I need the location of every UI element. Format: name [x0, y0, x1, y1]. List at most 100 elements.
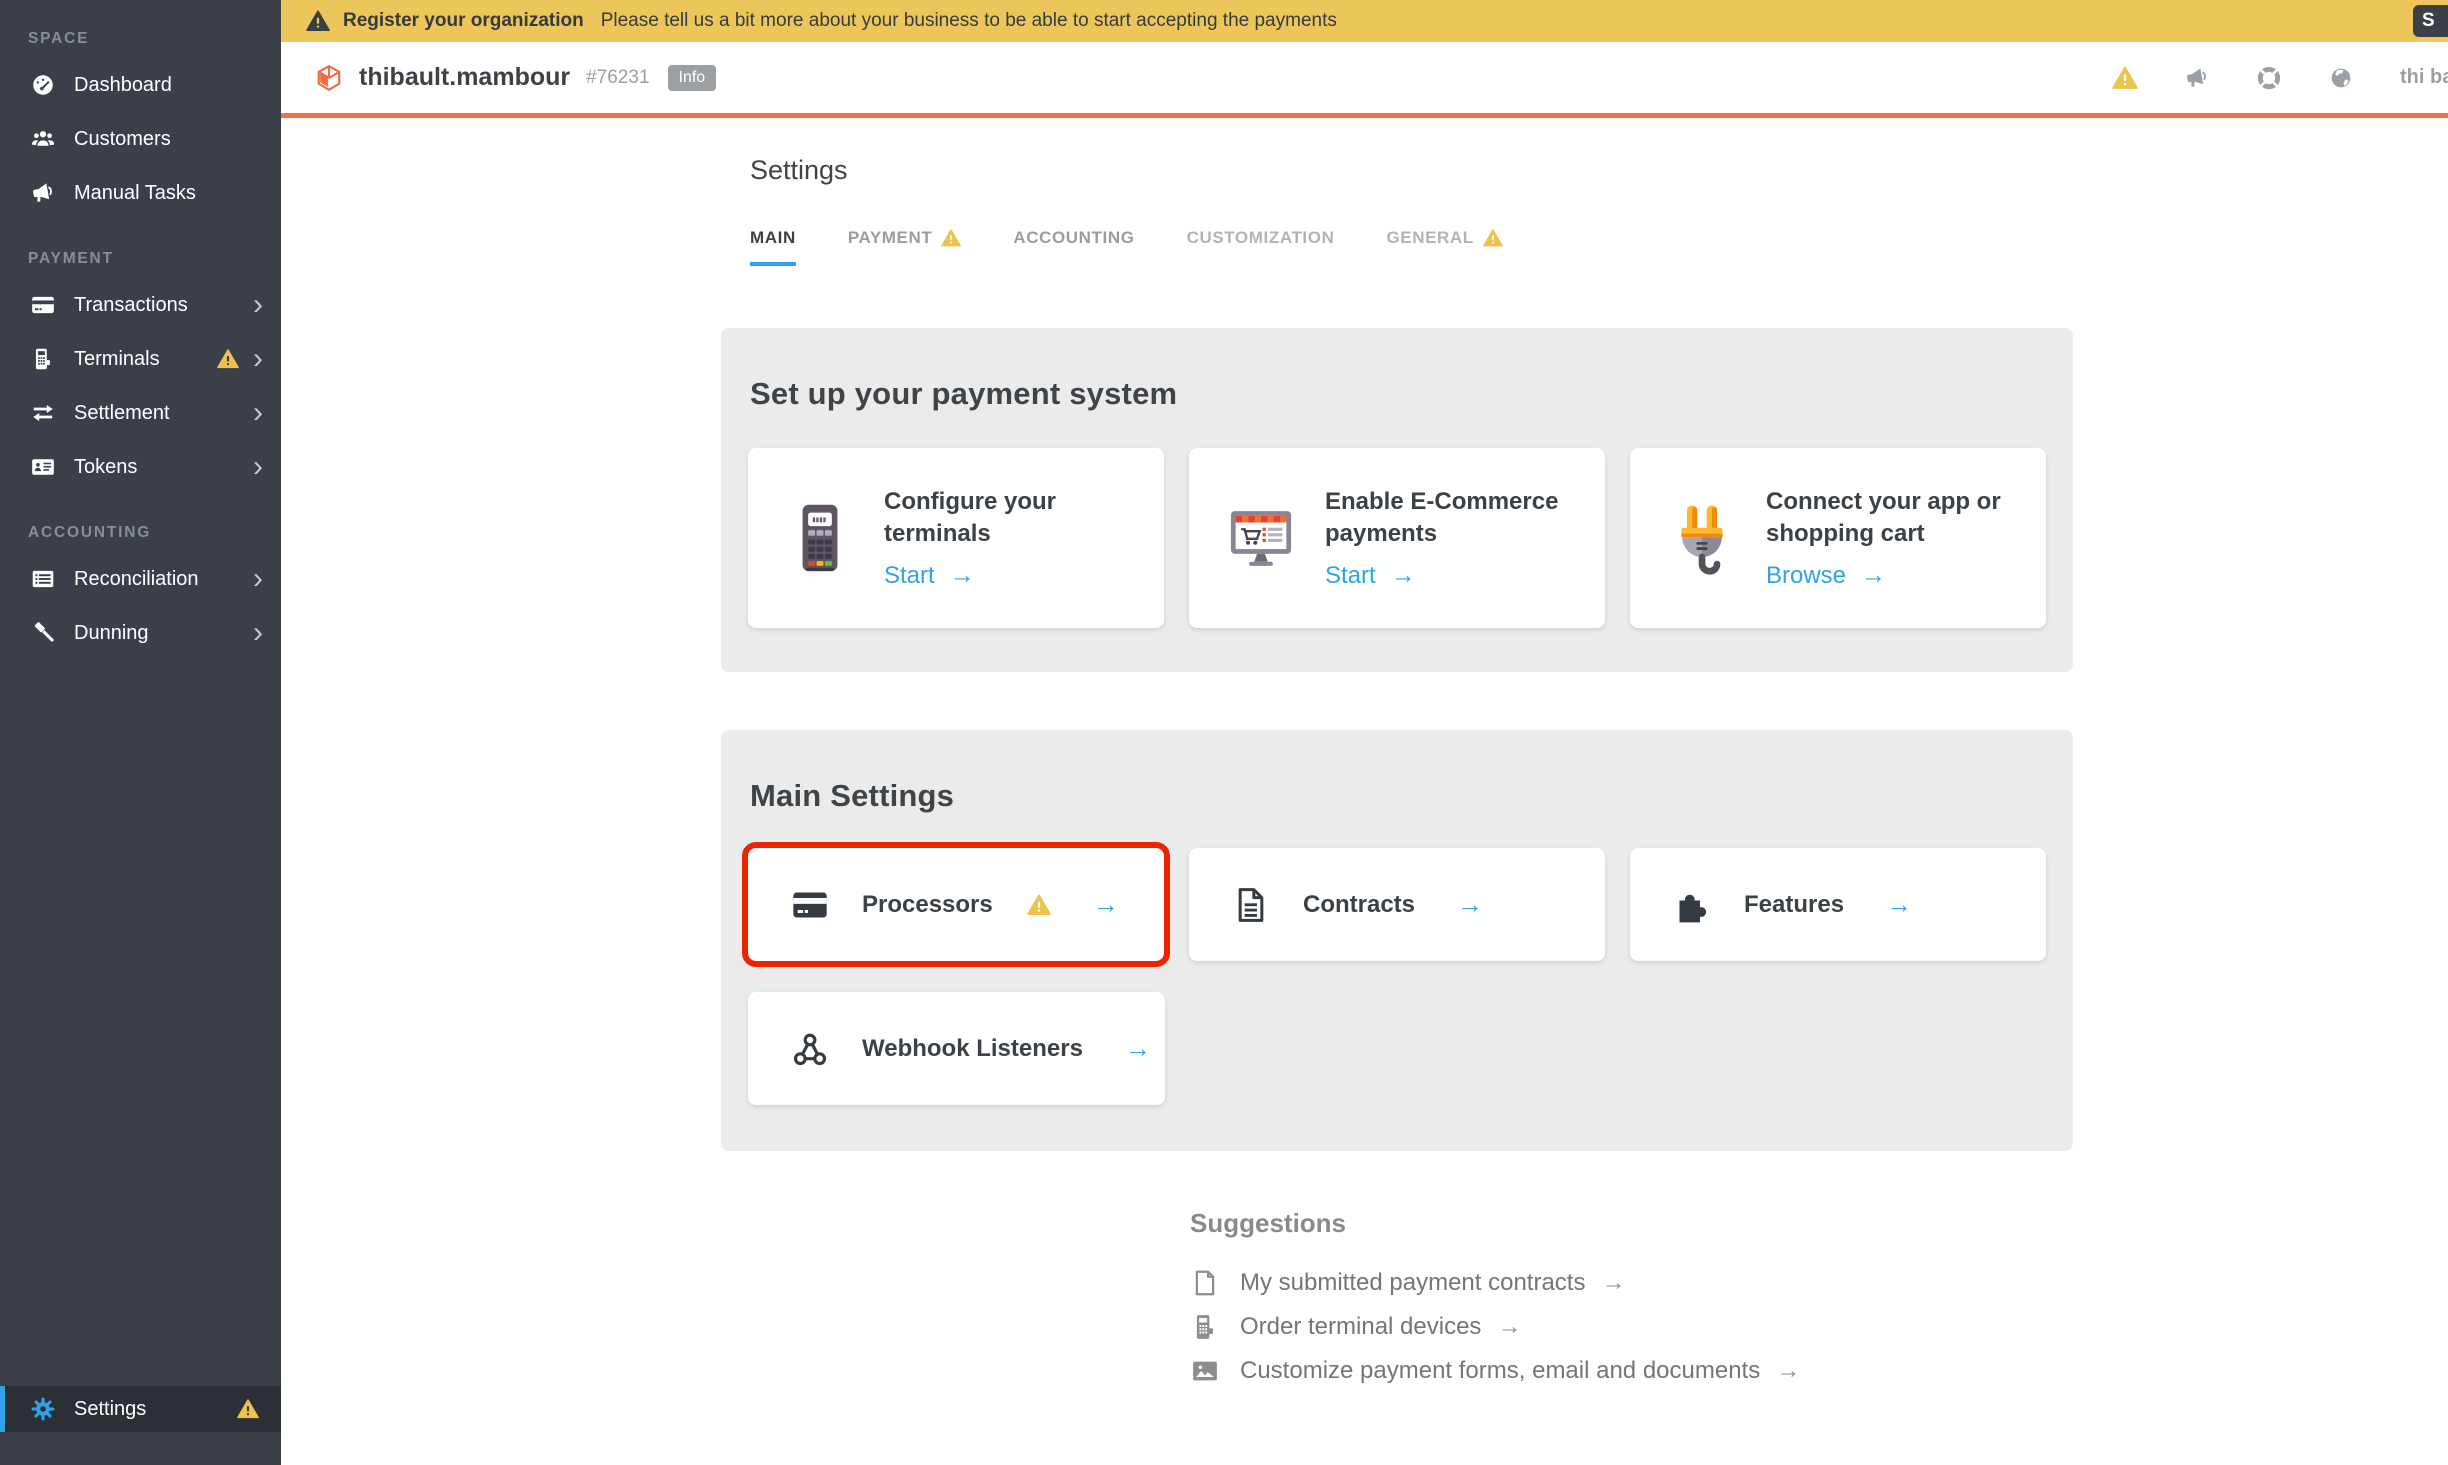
sidebar-item-label: Tokens — [74, 456, 137, 479]
start-link[interactable]: Start — [884, 561, 1142, 590]
contract-icon — [1231, 885, 1271, 925]
announcement-icon[interactable] — [2184, 65, 2210, 91]
sidebar-item-settlement[interactable]: Settlement — [0, 386, 281, 440]
sidebar: SPACE Dashboard Customers Manual Tasks P… — [0, 0, 281, 1465]
sidebar-item-reconciliation[interactable]: Reconciliation — [0, 552, 281, 606]
card-webhook-listeners[interactable]: Webhook Listeners — [748, 992, 1165, 1105]
credit-card-icon — [30, 292, 56, 318]
main-settings-title: Main Settings — [748, 730, 2046, 814]
card-label: Features — [1744, 891, 1844, 919]
tab-label: MAIN — [750, 228, 796, 248]
sidebar-item-manual-tasks[interactable]: Manual Tasks — [0, 166, 281, 220]
suggestion-label: Order terminal devices — [1240, 1313, 1481, 1341]
suggestion-order-terminals[interactable]: Order terminal devices — [1190, 1305, 2448, 1349]
banner-title: Register your organization — [343, 10, 584, 32]
ecommerce-shop-illustration — [1223, 500, 1299, 576]
settings-tabs: MAIN PAYMENT ACCOUNTING CUSTOMIZATION GE… — [750, 228, 2448, 266]
suggestions-title: Suggestions — [1190, 1208, 2448, 1239]
arrow-right-icon — [1093, 889, 1119, 920]
card-processors[interactable]: Processors — [748, 848, 1164, 961]
plug-illustration — [1664, 500, 1740, 576]
page-title: Settings — [750, 155, 2448, 186]
browse-link[interactable]: Browse — [1766, 561, 2024, 590]
sidebar-item-customers[interactable]: Customers — [0, 112, 281, 166]
card-contracts[interactable]: Contracts — [1189, 848, 1605, 961]
card-configure-terminals[interactable]: Configure your terminals Start — [748, 448, 1164, 628]
arrow-right-icon — [1391, 561, 1416, 590]
arrow-right-icon — [1125, 1033, 1151, 1064]
sidebar-item-label: Dunning — [74, 622, 149, 645]
setup-section: Set up your payment system Configure you… — [721, 328, 2073, 672]
sidebar-item-label: Transactions — [74, 294, 188, 317]
customers-icon — [30, 126, 56, 152]
gear-icon — [30, 1396, 56, 1422]
suggestion-submitted-contracts[interactable]: My submitted payment contracts — [1190, 1261, 2448, 1305]
warning-icon — [306, 9, 330, 33]
card-label: Processors — [862, 891, 993, 919]
card-title: Configure your terminals — [884, 486, 1142, 549]
sidebar-item-dashboard[interactable]: Dashboard — [0, 58, 281, 112]
id-card-icon — [30, 454, 56, 480]
sidebar-item-label: Settlement — [74, 402, 170, 425]
banner-corner-button[interactable]: S — [2413, 5, 2448, 37]
terminal-icon — [30, 346, 56, 372]
info-badge[interactable]: Info — [668, 65, 717, 91]
sidebar-item-dunning[interactable]: Dunning — [0, 606, 281, 660]
main-settings-row-1: Processors Contracts Features — [748, 848, 2046, 961]
warning-icon — [1483, 228, 1503, 248]
card-label: Contracts — [1303, 891, 1415, 919]
sidebar-item-tokens[interactable]: Tokens — [0, 440, 281, 494]
tab-payment[interactable]: PAYMENT — [848, 228, 962, 266]
gavel-icon — [30, 620, 56, 646]
tab-accounting[interactable]: ACCOUNTING — [1013, 228, 1134, 266]
arrow-right-icon — [950, 561, 975, 590]
globe-icon[interactable] — [2328, 65, 2354, 91]
sidebar-item-terminals[interactable]: Terminals — [0, 332, 281, 386]
header-actions: thi ba — [2112, 65, 2448, 91]
warning-icon — [1027, 893, 1051, 917]
link-label: Browse — [1766, 562, 1846, 590]
warning-icon[interactable] — [2112, 65, 2138, 91]
setup-cards: Configure your terminals Start Enable E-… — [748, 448, 2046, 628]
sidebar-item-settings[interactable]: Settings — [0, 1386, 281, 1432]
start-link[interactable]: Start — [1325, 561, 1583, 590]
suggestion-label: Customize payment forms, email and docum… — [1240, 1357, 1760, 1385]
card-title: Connect your app or shopping cart — [1766, 486, 2024, 549]
user-menu[interactable]: thi ba — [2400, 66, 2448, 89]
arrow-right-icon — [1776, 1357, 1800, 1385]
pos-terminal-illustration — [782, 500, 858, 576]
sidebar-item-transactions[interactable]: Transactions — [0, 278, 281, 332]
suggestions-list: My submitted payment contracts Order ter… — [1190, 1261, 2448, 1393]
setup-section-title: Set up your payment system — [748, 328, 2046, 412]
tab-general[interactable]: GENERAL — [1386, 228, 1502, 266]
card-features[interactable]: Features — [1630, 848, 2046, 961]
card-connect-app[interactable]: Connect your app or shopping cart Browse — [1630, 448, 2046, 628]
chevron-right-icon — [253, 564, 263, 594]
list-icon — [30, 566, 56, 592]
suggestion-customize-forms[interactable]: Customize payment forms, email and docum… — [1190, 1349, 2448, 1393]
sidebar-item-label: Dashboard — [74, 74, 172, 97]
cube-logo-icon — [315, 64, 343, 92]
tab-label: PAYMENT — [848, 228, 933, 248]
arrow-right-icon — [1601, 1269, 1625, 1297]
tab-main[interactable]: MAIN — [750, 228, 796, 266]
suggestion-label: My submitted payment contracts — [1240, 1269, 1585, 1297]
tab-customization[interactable]: CUSTOMIZATION — [1187, 228, 1335, 266]
register-banner[interactable]: Register your organization Please tell u… — [281, 0, 2448, 42]
chevron-right-icon — [253, 452, 263, 482]
image-icon — [1190, 1356, 1220, 1386]
sidebar-item-label: Settings — [74, 1398, 146, 1421]
card-title: Enable E-Commerce payments — [1325, 486, 1583, 549]
link-label: Start — [884, 562, 935, 590]
warning-icon — [941, 228, 961, 248]
tab-label: CUSTOMIZATION — [1187, 228, 1335, 248]
terminal-icon — [1190, 1312, 1220, 1342]
support-icon[interactable] — [2256, 65, 2282, 91]
tab-label: ACCOUNTING — [1013, 228, 1134, 248]
sidebar-section-space: SPACE — [0, 0, 281, 58]
workspace-id: #76231 — [586, 67, 649, 89]
suggestions-section: Suggestions My submitted payment contrac… — [1190, 1208, 2448, 1393]
sidebar-section-payment: PAYMENT — [0, 220, 281, 278]
card-ecommerce[interactable]: Enable E-Commerce payments Start — [1189, 448, 1605, 628]
megaphone-icon — [30, 180, 56, 206]
